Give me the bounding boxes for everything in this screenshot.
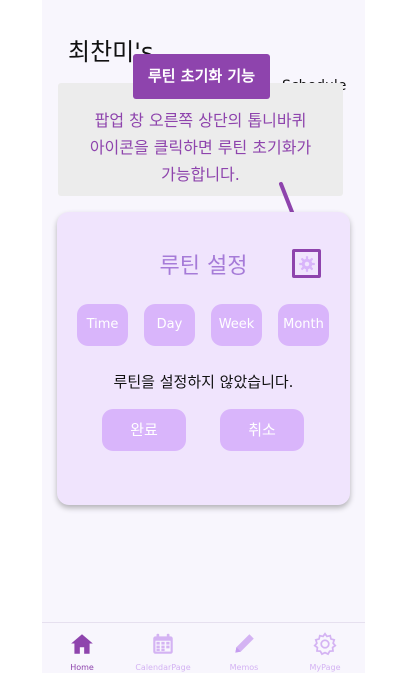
status-bar xyxy=(42,0,365,24)
tooltip-line: 아이콘을 클릭하면 루틴 초기화가 xyxy=(89,138,312,157)
tooltip-badge: 루틴 초기화 기능 xyxy=(133,54,270,99)
routine-settings-popup: 루틴 설정 Time Day Week Month 루틴을 설정하지 않았습니다… xyxy=(57,212,350,505)
calendar-icon xyxy=(153,633,173,654)
app-screen: 최찬미's Schedule 팝업 창 오른쪽 상단의 톱니바퀴 아이콘을 클릭… xyxy=(42,0,365,673)
gear-icon xyxy=(313,632,337,656)
period-time-button[interactable]: Time xyxy=(77,304,128,346)
pencil-icon xyxy=(235,634,254,653)
routine-reset-button[interactable] xyxy=(292,249,321,278)
home-icon xyxy=(71,634,93,654)
tooltip-text: 팝업 창 오른쪽 상단의 톱니바퀴 아이콘을 클릭하면 루틴 초기화가 가능합니… xyxy=(58,107,343,188)
period-month-button[interactable]: Month xyxy=(278,304,329,346)
nav-home-label: Home xyxy=(70,663,94,672)
bottom-nav: Home CalendarPage Memos MyPage xyxy=(42,622,365,673)
nav-memos-label: Memos xyxy=(229,663,259,672)
tooltip-line: 팝업 창 오른쪽 상단의 톱니바퀴 xyxy=(94,111,307,130)
gear-icon xyxy=(298,255,315,272)
nav-mypage[interactable]: MyPage xyxy=(285,623,365,673)
routine-status-text: 루틴을 설정하지 않았습니다. xyxy=(113,373,294,391)
nav-memos[interactable]: Memos xyxy=(204,623,284,673)
cancel-button[interactable]: 취소 xyxy=(220,409,304,451)
period-day-button[interactable]: Day xyxy=(144,304,195,346)
nav-calendar-label: CalendarPage xyxy=(135,663,191,672)
period-week-button[interactable]: Week xyxy=(211,304,262,346)
nav-home[interactable]: Home xyxy=(42,623,122,673)
nav-calendar[interactable]: CalendarPage xyxy=(123,623,203,673)
confirm-button[interactable]: 완료 xyxy=(102,409,186,451)
nav-mypage-label: MyPage xyxy=(309,663,341,672)
